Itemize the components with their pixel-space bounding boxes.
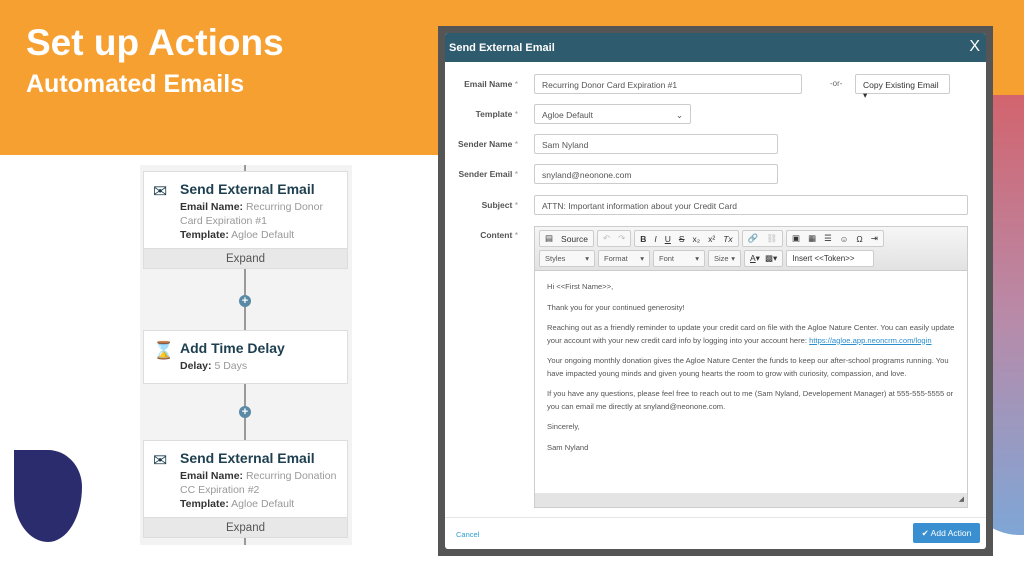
hourglass-icon: ⌛ <box>153 341 175 360</box>
underline-icon[interactable]: U <box>665 234 671 244</box>
horizontal-line-icon[interactable]: ☰ <box>824 233 832 244</box>
copy-existing-email-dropdown[interactable]: Copy Existing Email ▾ <box>855 74 950 100</box>
template-label: Template * <box>475 109 518 119</box>
login-link[interactable]: https://agloe.app.neoncrm.com/login <box>809 336 931 345</box>
chevron-down-icon: ⌄ <box>675 110 683 120</box>
sender-email-label: Sender Email * <box>458 169 518 179</box>
field-label: Template: <box>180 498 229 510</box>
editor-toolbar: ▤ Source ↶ ↷ B I U Sx₂ x² Tx 🔗 ⛓ ▣ ▦ ☰ ☺ Ω ⇥ Styles ▾ … <box>535 227 967 271</box>
insert-token-dropdown[interactable]: Insert <<Token>> <box>786 250 875 267</box>
add-step-plus-icon[interactable]: + <box>239 295 251 307</box>
omega-icon[interactable]: Ω <box>856 234 862 244</box>
envelope-icon: ✉ <box>153 182 168 201</box>
field-label: Template: <box>180 229 229 241</box>
add-step-plus-icon[interactable]: + <box>239 406 251 418</box>
action-card-delay[interactable]: ⌛ Add Time Delay Delay: 5 Days <box>143 330 348 384</box>
background-color-icon[interactable]: ▩▾ <box>765 253 777 264</box>
cancel-button[interactable]: Cancel <box>456 530 479 539</box>
content-paragraph: If you have any questions, please feel f… <box>547 389 954 411</box>
subject-input[interactable]: ATTN: Important information about your C… <box>534 195 968 215</box>
content-paragraph: Sincerely, <box>547 422 580 431</box>
smiley-icon[interactable]: ☺ <box>840 234 849 244</box>
slide-title: Set up Actions <box>26 22 284 63</box>
field-label: Delay: <box>180 360 212 372</box>
field-value: Agloe Default <box>231 498 295 510</box>
content-label: Content * <box>480 230 518 240</box>
action-card-email-2[interactable]: ✉ Send External Email Email Name: Recurr… <box>143 440 348 538</box>
strikethrough-icon[interactable]: S <box>679 234 685 244</box>
rich-text-editor[interactable]: ▤ Source ↶ ↷ B I U Sx₂ x² Tx 🔗 ⛓ ▣ ▦ ☰ ☺ Ω ⇥ Styles ▾ … <box>534 226 968 508</box>
subscript-icon[interactable]: x₂ <box>693 234 701 244</box>
slide-subtitle: Automated Emails <box>26 70 245 98</box>
unlink-icon[interactable]: ⛓ <box>766 233 777 244</box>
styles-dropdown[interactable]: Styles ▾ <box>539 250 595 267</box>
expand-button[interactable]: Expand <box>144 517 347 537</box>
content-paragraph: Hi <<First Name>>, <box>547 282 614 291</box>
field-label: Email Name: <box>180 201 244 213</box>
resize-handle-icon: ◢ <box>958 496 964 503</box>
bold-icon[interactable]: B <box>640 234 646 244</box>
italic-icon[interactable]: I <box>654 234 656 244</box>
envelope-icon: ✉ <box>153 451 168 470</box>
redo-icon[interactable]: ↷ <box>618 233 625 244</box>
content-paragraph: Sam Nyland <box>547 442 589 452</box>
superscript-icon[interactable]: x² <box>708 234 715 244</box>
card-title: Send External Email <box>180 181 315 197</box>
action-card-email-1[interactable]: ✉ Send External Email Email Name: Recurr… <box>143 171 348 269</box>
source-icon: ▤ <box>545 233 554 243</box>
field-label: Email Name: <box>180 470 244 482</box>
email-name-label: Email Name * <box>464 79 518 89</box>
source-button[interactable]: ▤ Source <box>539 230 594 247</box>
editor-content[interactable]: Hi <<First Name>>, Thank you for your co… <box>535 271 967 493</box>
content-paragraph: Thank you for your continued generosity! <box>547 302 685 312</box>
send-external-email-dialog: Send External Email X Email Name * Recur… <box>445 33 986 549</box>
workflow-canvas: ✉ Send External Email Email Name: Recurr… <box>140 165 352 545</box>
link-icon[interactable]: 🔗 <box>748 233 759 244</box>
indent-icon[interactable]: ⇥ <box>871 233 878 244</box>
close-icon[interactable]: X <box>969 38 980 56</box>
expand-button[interactable]: Expand <box>144 248 347 268</box>
undo-icon[interactable]: ↶ <box>603 233 610 244</box>
template-select[interactable]: Agloe Default ⌄ <box>534 104 691 124</box>
subject-label: Subject * <box>481 200 518 210</box>
content-paragraph: Your ongoing monthly donation gives the … <box>547 356 949 378</box>
or-separator: -or- <box>830 79 843 88</box>
remove-format-icon[interactable]: Tx <box>723 234 732 244</box>
sender-name-label: Sender Name * <box>457 139 518 149</box>
dialog-title: Send External Email <box>445 33 986 62</box>
format-dropdown[interactable]: Format ▾ <box>598 250 650 267</box>
image-icon[interactable]: ▣ <box>792 233 800 244</box>
field-value: 5 Days <box>214 360 248 372</box>
sender-email-input[interactable]: snyland@neonone.com <box>534 164 778 184</box>
add-action-button[interactable]: ✔ Add Action <box>913 523 980 543</box>
font-dropdown[interactable]: Font ▾ <box>653 250 705 267</box>
card-title: Add Time Delay <box>180 340 285 356</box>
text-color-icon[interactable]: A▾ <box>750 253 760 264</box>
content-paragraph: Reaching out as a friendly reminder to u… <box>547 323 955 345</box>
divider <box>445 517 986 518</box>
card-title: Send External Email <box>180 450 315 466</box>
size-dropdown[interactable]: Size ▾ <box>708 250 741 267</box>
editor-resize-bar[interactable]: ◢ <box>534 493 968 508</box>
table-icon[interactable]: ▦ <box>808 233 816 244</box>
logo-drop-shape <box>14 450 82 542</box>
email-name-input[interactable]: Recurring Donor Card Expiration #1 <box>534 74 802 94</box>
sender-name-input[interactable]: Sam Nyland <box>534 134 778 154</box>
field-value: Agloe Default <box>231 229 295 241</box>
